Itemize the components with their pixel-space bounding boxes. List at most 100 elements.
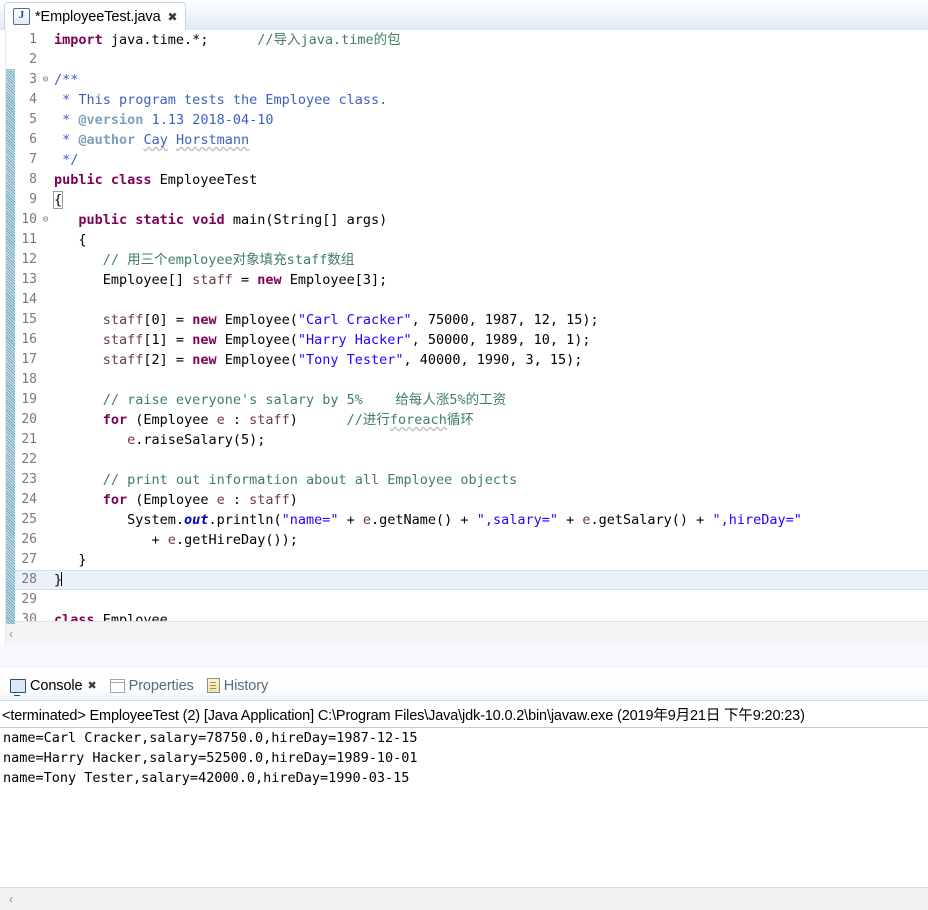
code-line[interactable]: 15 staff[0] = new Employee("Carl Cracker… <box>0 310 928 330</box>
code-line[interactable]: 7 */ <box>0 150 928 170</box>
code-line[interactable]: 24 for (Employee e : staff) <box>0 490 928 510</box>
code-line-text: /** <box>54 72 79 88</box>
console-scroll-track[interactable] <box>22 888 928 910</box>
console-horizontal-scrollbar[interactable]: ‹ <box>0 887 928 910</box>
tab-history[interactable]: History <box>203 676 274 697</box>
editor-part: *EmployeeTest.java ✖ 1 import java.time.*… <box>0 0 928 668</box>
code-line[interactable]: 17 staff[2] = new Employee("Tony Tester"… <box>0 350 928 370</box>
code-line[interactable]: 23 // print out information about all Em… <box>0 470 928 490</box>
code-line[interactable]: 19 // raise everyone's salary by 5% 给每人涨… <box>0 390 928 410</box>
code-editor[interactable]: 1 import java.time.*; //导入java.time的包 2 3 ⊖ /… <box>0 30 928 645</box>
code-line[interactable]: 10 ⊖ public static void main(String[] arg… <box>0 210 928 230</box>
console-icon <box>10 678 26 696</box>
fold-placeholder <box>40 330 51 350</box>
tab-console[interactable]: Console ✖ <box>6 676 103 697</box>
line-number: 1 <box>29 32 37 47</box>
properties-icon <box>109 678 125 693</box>
code-line[interactable]: 25 System.out.println("name=" + e.getNam… <box>0 510 928 530</box>
code-line-text: { <box>54 232 87 248</box>
fold-placeholder <box>40 590 51 610</box>
code-line-text: public class EmployeeTest <box>54 172 258 188</box>
code-line-text: { <box>52 191 64 209</box>
code-line[interactable]: 5 * @version 1.13 2018-04-10 <box>0 110 928 130</box>
fold-placeholder <box>40 490 51 510</box>
editor-scroll-track[interactable] <box>22 622 928 645</box>
code-line-text: staff[0] = new Employee("Carl Cracker", … <box>102 312 599 328</box>
code-line-text: } <box>54 552 87 568</box>
fold-collapse-icon[interactable]: ⊖ <box>40 210 51 230</box>
change-bar-indicator <box>6 69 15 624</box>
code-line-text: e.raiseSalary(5); <box>127 432 266 448</box>
fold-placeholder <box>40 510 51 530</box>
code-line[interactable]: 3 ⊖/** <box>0 70 928 90</box>
console-output-line: name=Harry Hacker,salary=52500.0,hireDay… <box>3 750 418 766</box>
code-line-text: public static void main(String[] args) <box>78 212 388 228</box>
tab-console-label: Console <box>30 677 83 694</box>
fold-collapse-icon[interactable]: ⊖ <box>40 70 51 90</box>
fold-placeholder <box>40 90 51 110</box>
code-line[interactable]: 21 e.raiseSalary(5); <box>0 430 928 450</box>
close-icon[interactable]: ✖ <box>168 11 178 23</box>
code-line-text: for (Employee e : staff) <box>102 492 298 508</box>
fold-placeholder <box>40 410 51 430</box>
fold-placeholder <box>40 550 51 570</box>
code-line[interactable]: 18 <box>0 370 928 390</box>
fold-placeholder <box>40 370 51 390</box>
fold-placeholder <box>40 110 51 130</box>
code-line-text: * @author Cay Horstmann <box>62 132 250 148</box>
code-line[interactable]: 16 staff[1] = new Employee("Harry Hacker… <box>0 330 928 350</box>
console-output-line: name=Carl Cracker,salary=78750.0,hireDay… <box>3 730 418 746</box>
code-line[interactable]: 1 import java.time.*; //导入java.time的包 <box>0 30 928 50</box>
code-line[interactable]: 9{ <box>0 190 928 210</box>
fold-placeholder <box>40 430 51 450</box>
code-line[interactable]: 29 <box>0 590 928 610</box>
code-line[interactable]: 4 * This program tests the Employee clas… <box>0 90 928 110</box>
console-output-area[interactable]: <terminated> EmployeeTest (2) [Java Appl… <box>0 701 928 888</box>
fold-placeholder <box>40 450 51 470</box>
code-line[interactable]: 13 Employee[] staff = new Employee[3]; <box>0 270 928 290</box>
fold-placeholder <box>40 190 51 210</box>
code-line[interactable]: 11 { <box>0 230 928 250</box>
editor-horizontal-scrollbar[interactable]: ‹ <box>0 621 928 645</box>
code-line[interactable]: 8 public class EmployeeTest <box>0 170 928 190</box>
code-line[interactable]: 2 <box>0 50 928 70</box>
console-output-lines: name=Carl Cracker,salary=78750.0,hireDay… <box>0 728 928 788</box>
code-line-text: import java.time.*; //导入java.time的包 <box>54 32 401 48</box>
code-editor-inner: 1 import java.time.*; //导入java.time的包 2 3 ⊖ /… <box>0 30 928 645</box>
eclipse-ide-window: *EmployeeTest.java ✖ 1 import java.time.*… <box>0 0 928 910</box>
fold-placeholder <box>40 571 51 589</box>
console-part: Console ✖ Properties History <terminated… <box>0 672 928 910</box>
code-line-text: */ <box>62 152 79 168</box>
code-line-text: // raise everyone's salary by 5% 给每人涨5%的… <box>102 392 507 408</box>
code-line[interactable]: 6 * @author Cay Horstmann <box>0 130 928 150</box>
editor-tab-label: *EmployeeTest.java <box>35 8 161 25</box>
fold-placeholder <box>40 130 51 150</box>
code-line[interactable]: 28} <box>0 570 928 590</box>
scroll-left-icon[interactable]: ‹ <box>0 892 22 906</box>
code-line[interactable]: 26 + e.getHireDay()); <box>0 530 928 550</box>
code-line-text: // 用三个employee对象填充staff数组 <box>102 252 355 268</box>
code-line[interactable]: 20 for (Employee e : staff) //进行foreach循… <box>0 410 928 430</box>
tab-properties[interactable]: Properties <box>106 676 200 697</box>
code-line[interactable]: 12 // 用三个employee对象填充staff数组 <box>0 250 928 270</box>
code-line[interactable]: 14 <box>0 290 928 310</box>
code-line-text: System.out.println("name=" + e.getName()… <box>54 512 802 528</box>
code-line-text: staff[1] = new Employee("Harry Hacker", … <box>102 332 591 348</box>
close-icon[interactable]: ✖ <box>88 679 97 692</box>
tab-properties-label: Properties <box>128 677 194 694</box>
code-line[interactable]: 27 } <box>0 550 928 570</box>
line-number: 2 <box>29 52 37 67</box>
console-terminated-header: <terminated> EmployeeTest (2) [Java Appl… <box>0 701 928 728</box>
java-file-icon <box>13 8 30 25</box>
code-line-text: // print out information about all Emplo… <box>102 472 518 488</box>
code-line[interactable]: 22 <box>0 450 928 470</box>
fold-placeholder <box>40 270 51 290</box>
editor-tab-employeetest-java[interactable]: *EmployeeTest.java ✖ <box>4 2 186 30</box>
code-line-text: Employee[] staff = new Employee[3]; <box>54 272 388 288</box>
code-line-text: * This program tests the Employee class. <box>62 92 388 108</box>
